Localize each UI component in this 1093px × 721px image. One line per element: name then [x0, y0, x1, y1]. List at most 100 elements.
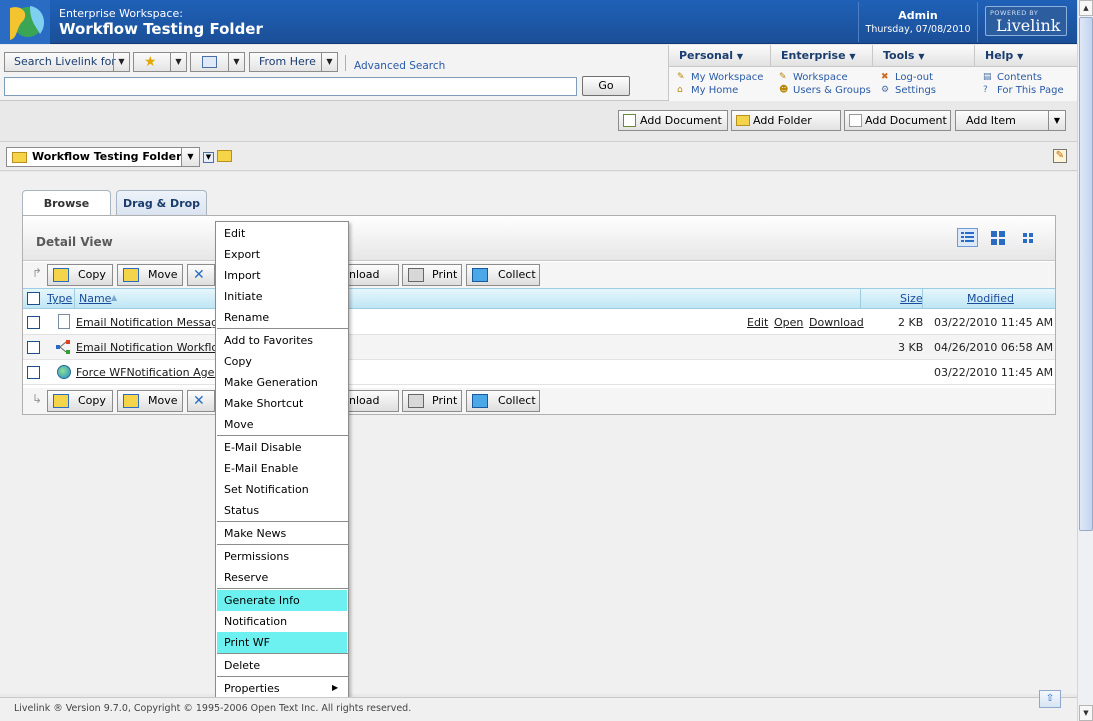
- workspace-link[interactable]: Workspace: [793, 72, 848, 83]
- workspace-icon: ✎: [779, 72, 787, 82]
- chevron-down-icon[interactable]: ▼: [113, 53, 129, 71]
- add-folder-button[interactable]: Add Folder: [731, 110, 841, 131]
- chevron-down-icon[interactable]: ▼: [228, 53, 244, 71]
- search-input[interactable]: [4, 77, 577, 96]
- menu-item-properties[interactable]: Properties: [217, 678, 347, 699]
- menu-item-import[interactable]: Import: [217, 265, 347, 286]
- logout-link[interactable]: Log-out: [895, 72, 933, 83]
- edit-link[interactable]: Edit: [747, 316, 768, 329]
- menu-item-notification-management[interactable]: Notification Management: [217, 611, 347, 649]
- add-document-button-2[interactable]: Add Document: [844, 110, 951, 131]
- search-scope-select[interactable]: Search Livelink for ▼: [4, 52, 130, 72]
- row-checkbox[interactable]: [27, 316, 40, 329]
- help-page-icon: ?: [983, 85, 988, 95]
- my-home-link[interactable]: My Home: [691, 85, 738, 96]
- row-checkbox[interactable]: [27, 366, 40, 379]
- menu-item-make-generation[interactable]: Make Generation: [217, 372, 347, 393]
- menu-item-copy[interactable]: Copy: [217, 351, 347, 372]
- menu-item-rename[interactable]: Rename: [217, 307, 347, 328]
- small-icons-view-icon[interactable]: [1020, 230, 1036, 246]
- large-icons-view-icon[interactable]: [989, 229, 1007, 247]
- users-groups-link[interactable]: Users & Groups: [793, 85, 871, 96]
- chevron-down-icon[interactable]: ▼: [1048, 111, 1065, 130]
- menu-item-permissions[interactable]: Permissions: [217, 546, 347, 567]
- chevron-down-icon[interactable]: ▼: [181, 148, 199, 166]
- menu-item-generate-info[interactable]: Generate Info: [217, 590, 347, 611]
- move-button[interactable]: Move: [117, 264, 183, 286]
- tab-browse[interactable]: Browse: [22, 190, 111, 217]
- advanced-search-link[interactable]: Advanced Search: [354, 60, 445, 72]
- menu-personal[interactable]: Personal ▼: [669, 45, 771, 67]
- menu-item-delete[interactable]: Delete: [217, 655, 347, 676]
- menu-item-status[interactable]: Status: [217, 500, 347, 521]
- menu-help[interactable]: Help ▼: [975, 45, 1078, 67]
- folder-location-select[interactable]: Workflow Testing Folder ▼: [6, 147, 200, 167]
- item-name-link[interactable]: Force WFNotification Agent: [76, 366, 226, 379]
- scroll-down-icon[interactable]: ▼: [1079, 705, 1093, 721]
- workflow-icon: [56, 340, 72, 354]
- download-button[interactable]: nload: [349, 264, 399, 286]
- edit-pencil-icon[interactable]: ✎: [1053, 149, 1067, 163]
- item-name-link[interactable]: Email Notification Workflow: [76, 341, 227, 354]
- column-modified[interactable]: Modified: [967, 289, 1014, 308]
- menu-item-email-disable[interactable]: E-Mail Disable: [217, 437, 347, 458]
- column-type[interactable]: Type: [47, 289, 72, 308]
- menu-tools[interactable]: Tools ▼: [873, 45, 975, 67]
- row-checkbox[interactable]: [27, 341, 40, 354]
- menu-item-make-shortcut[interactable]: Make Shortcut: [217, 393, 347, 414]
- back-to-top-icon[interactable]: ⇧: [1039, 690, 1061, 708]
- download-link[interactable]: Download: [809, 316, 864, 329]
- download-button[interactable]: nload: [349, 390, 399, 412]
- delete-button[interactable]: ✕: [187, 390, 215, 412]
- scroll-thumb[interactable]: [1079, 17, 1093, 531]
- menu-item-make-news[interactable]: Make News: [217, 523, 347, 544]
- open-link[interactable]: Open: [774, 316, 803, 329]
- scroll-up-icon[interactable]: ▲: [1079, 0, 1093, 16]
- menu-item-edit[interactable]: Edit: [217, 223, 347, 244]
- go-button[interactable]: Go: [582, 76, 630, 96]
- print-button[interactable]: Print: [402, 390, 462, 412]
- help-page-link[interactable]: For This Page: [997, 85, 1064, 96]
- add-document-button[interactable]: Add Document: [618, 110, 728, 131]
- tab-drag-drop[interactable]: Drag & Drop: [116, 190, 207, 216]
- menu-item-email-enable[interactable]: E-Mail Enable: [217, 458, 347, 479]
- folder-menu-icon[interactable]: ▼: [203, 152, 214, 163]
- menu-enterprise[interactable]: Enterprise ▼: [771, 45, 873, 67]
- move-label: Move: [148, 268, 178, 281]
- search-location-select[interactable]: From Here ▼: [249, 52, 338, 72]
- menu-item-initiate[interactable]: Initiate: [217, 286, 347, 307]
- favorites-select[interactable]: ★ ▼: [133, 52, 187, 72]
- collect-button[interactable]: Collect: [466, 264, 540, 286]
- delete-button[interactable]: ✕: [187, 264, 215, 286]
- menu-item-reserve[interactable]: Reserve: [217, 567, 347, 588]
- menu-item-print-wf[interactable]: Print WF: [217, 632, 347, 653]
- table-row: Email Notification Workflow 3 KB 04/26/2…: [23, 335, 1055, 360]
- copy-button[interactable]: Copy: [47, 390, 113, 412]
- collect-label: Collect: [498, 268, 536, 281]
- menu-item-move[interactable]: Move: [217, 414, 347, 435]
- chevron-down-icon[interactable]: ▼: [321, 53, 337, 71]
- copy-button[interactable]: Copy: [47, 264, 113, 286]
- table-row: Email Notification Message Bo Edit Open …: [23, 310, 1055, 335]
- print-button[interactable]: Print: [402, 264, 462, 286]
- column-size[interactable]: Size: [900, 289, 923, 308]
- table-header: Type Name ▲ Size Modified: [23, 288, 1055, 309]
- parent-folder-icon[interactable]: [217, 150, 232, 162]
- add-item-select[interactable]: Add Item ▼: [955, 110, 1066, 131]
- settings-link[interactable]: Settings: [895, 85, 936, 96]
- vertical-scrollbar[interactable]: ▲ ▼: [1077, 0, 1093, 721]
- detail-view-icon[interactable]: [957, 228, 978, 247]
- calendar-select[interactable]: ▼: [190, 52, 245, 72]
- document-icon: [58, 314, 70, 329]
- select-all-checkbox[interactable]: [27, 292, 40, 305]
- column-name[interactable]: Name: [79, 289, 111, 308]
- menu-item-export[interactable]: Export: [217, 244, 347, 265]
- copy-icon: [53, 394, 69, 408]
- help-contents-link[interactable]: Contents: [997, 72, 1042, 83]
- move-button[interactable]: Move: [117, 390, 183, 412]
- chevron-down-icon[interactable]: ▼: [170, 53, 186, 71]
- my-workspace-link[interactable]: My Workspace: [691, 72, 763, 83]
- collect-button[interactable]: Collect: [466, 390, 540, 412]
- menu-item-add-to-favorites[interactable]: Add to Favorites: [217, 330, 347, 351]
- menu-item-set-notification[interactable]: Set Notification: [217, 479, 347, 500]
